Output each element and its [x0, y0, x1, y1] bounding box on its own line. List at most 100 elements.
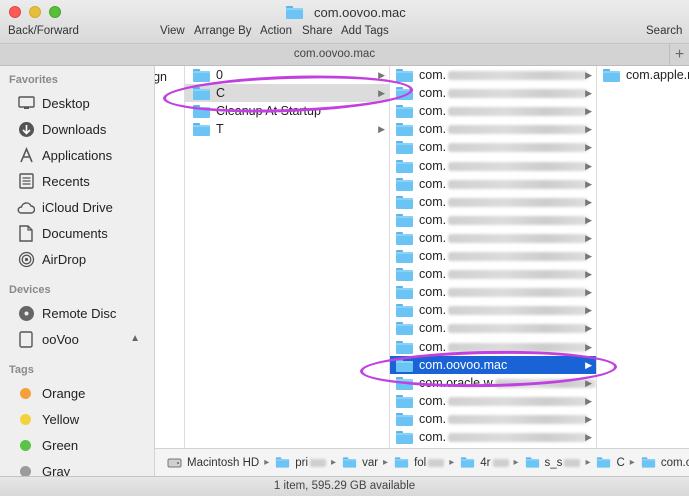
sidebar-item-remote-disc[interactable]: Remote Disc: [0, 302, 154, 324]
folder-row-c[interactable]: C ▶: [185, 84, 389, 102]
folder-row[interactable]: com. ▶: [390, 319, 596, 337]
sidebar-item-icloud-drive[interactable]: iCloud Drive: [0, 196, 154, 218]
folder-row[interactable]: com. ▶: [390, 338, 596, 356]
chevron-right-icon: ▶: [585, 69, 592, 80]
folder-row[interactable]: com. ▶: [390, 247, 596, 265]
chevron-right-icon: ▶: [585, 232, 592, 243]
folder-row[interactable]: com. ▶: [390, 193, 596, 211]
path-bar: Macintosh HD ▸ pri ▸ var ▸ fol ▸ 4r ▸ s_…: [155, 448, 689, 476]
favorites-header: Favorites: [9, 74, 58, 86]
back-forward-button[interactable]: Back/Forward: [8, 25, 79, 37]
path-segment[interactable]: var: [341, 456, 378, 469]
folder-row[interactable]: com. ▶: [390, 410, 596, 428]
folder-row-t[interactable]: T ▶: [185, 120, 389, 138]
redacted-text: [448, 396, 589, 406]
sidebar-item-airdrop[interactable]: AirDrop: [0, 248, 154, 270]
sidebar-item-oovoo[interactable]: ooVoo ▲: [0, 328, 154, 350]
path-segment-disk[interactable]: Macintosh HD: [167, 457, 259, 469]
folder-row[interactable]: com. ▶: [390, 175, 596, 193]
redacted-text: [448, 269, 589, 279]
redacted-text: [448, 142, 589, 152]
folder-row-0[interactable]: 0 ▶: [185, 66, 389, 84]
icloud-icon: [17, 198, 35, 216]
folder-icon: [396, 140, 413, 154]
folder-row[interactable]: com. ▶: [390, 66, 596, 84]
sidebar-tag-yellow[interactable]: Yellow: [0, 408, 154, 430]
sidebar-tag-green[interactable]: Green: [0, 434, 154, 456]
path-segment[interactable]: fol: [393, 456, 445, 469]
path-segment[interactable]: s_s: [524, 456, 581, 469]
chevron-right-icon: ▶: [585, 322, 592, 333]
column-parent-item[interactable]: gn: [155, 68, 184, 86]
tab-title[interactable]: com.oovoo.mac: [0, 48, 669, 60]
add-tags-button[interactable]: Add Tags: [341, 25, 389, 37]
chevron-right-icon: ▶: [585, 413, 592, 424]
close-window-button[interactable]: [9, 6, 21, 18]
sidebar-item-applications[interactable]: Applications: [0, 144, 154, 166]
folder-row[interactable]: com. ▶: [390, 84, 596, 102]
chevron-right-icon: ▶: [585, 431, 592, 442]
devices-header: Devices: [9, 284, 51, 296]
path-segment[interactable]: C: [595, 456, 625, 469]
folder-icon: [396, 159, 413, 173]
sidebar-tag-gray[interactable]: Gray: [0, 460, 154, 476]
redacted-text: [448, 251, 589, 261]
sidebar-item-documents[interactable]: Documents: [0, 222, 154, 244]
eject-icon[interactable]: ▲: [130, 333, 140, 344]
folder-row[interactable]: com. ▶: [390, 229, 596, 247]
title-bar: com.oovoo.mac Back/Forward View Arrange …: [0, 0, 689, 44]
sidebar-item-recents[interactable]: Recents: [0, 170, 154, 192]
folder-row[interactable]: com. ▶: [390, 120, 596, 138]
path-separator-icon: ▸: [331, 457, 337, 468]
desktop-icon: [17, 94, 35, 112]
folder-icon: [396, 321, 413, 335]
redacted-text: [448, 323, 589, 333]
folder-row[interactable]: com. ▶: [390, 265, 596, 283]
path-segment[interactable]: pri: [274, 456, 327, 469]
sidebar: Favorites Desktop Downloads Applications…: [0, 66, 155, 476]
folder-row-cleanup-at-startup[interactable]: Cleanup At Startup: [185, 102, 389, 120]
new-tab-button[interactable]: +: [669, 44, 689, 66]
share-button[interactable]: Share: [302, 25, 333, 37]
folder-icon: [396, 86, 413, 100]
airdrop-icon: [17, 250, 35, 268]
arrange-by-button[interactable]: Arrange By: [194, 25, 252, 37]
folder-icon: [396, 213, 413, 227]
green-tag-icon: [20, 439, 31, 451]
zoom-window-button[interactable]: [49, 6, 61, 18]
sidebar-tag-orange[interactable]: Orange: [0, 382, 154, 404]
folder-row[interactable]: com. ▶: [390, 102, 596, 120]
folder-row[interactable]: com.oracle.w ▶: [390, 374, 596, 392]
hard-disk-icon: [167, 458, 182, 467]
folder-row[interactable]: com. ▶: [390, 211, 596, 229]
minimize-window-button[interactable]: [29, 6, 41, 18]
downloads-icon: [17, 120, 35, 138]
disc-icon: [17, 304, 35, 322]
sidebar-item-downloads[interactable]: Downloads: [0, 118, 154, 140]
column-parent: gn: [155, 66, 185, 448]
folder-row-com-oovoo-mac[interactable]: com.oovoo.mac ▶: [390, 356, 596, 374]
sidebar-item-desktop[interactable]: Desktop: [0, 92, 154, 114]
path-separator-icon: ▸: [629, 457, 635, 468]
action-button[interactable]: Action: [260, 25, 292, 37]
redacted-text: [448, 197, 589, 207]
folder-row[interactable]: com. ▶: [390, 157, 596, 175]
tab-bar: com.oovoo.mac +: [0, 44, 689, 66]
folder-row[interactable]: com. ▶: [390, 138, 596, 156]
folder-row[interactable]: com. ▶: [390, 283, 596, 301]
folder-row[interactable]: com. ▶: [390, 392, 596, 410]
folder-row[interactable]: com. ▶: [390, 301, 596, 319]
column-c-contents: com. ▶ com. ▶ com. ▶ com. ▶ com. ▶ com. ▶ com. ▶ com. ▶…: [390, 66, 597, 448]
folder-icon: [193, 104, 210, 118]
view-button[interactable]: View: [160, 25, 185, 37]
folder-row[interactable]: com. ▶: [390, 428, 596, 446]
path-segment-current[interactable]: com.oovoo.mac: [640, 456, 689, 469]
path-segment[interactable]: 4r: [459, 456, 509, 469]
search-button[interactable]: Search: [646, 25, 682, 37]
status-bar: 1 item, 595.29 GB available: [0, 476, 689, 496]
folder-icon: [193, 68, 210, 82]
folder-row-com-apple[interactable]: com.apple.r: [597, 66, 689, 84]
column-oovoo-contents: com.apple.r: [597, 66, 689, 448]
redacted-text: [448, 287, 589, 297]
orange-tag-icon: [20, 387, 31, 399]
